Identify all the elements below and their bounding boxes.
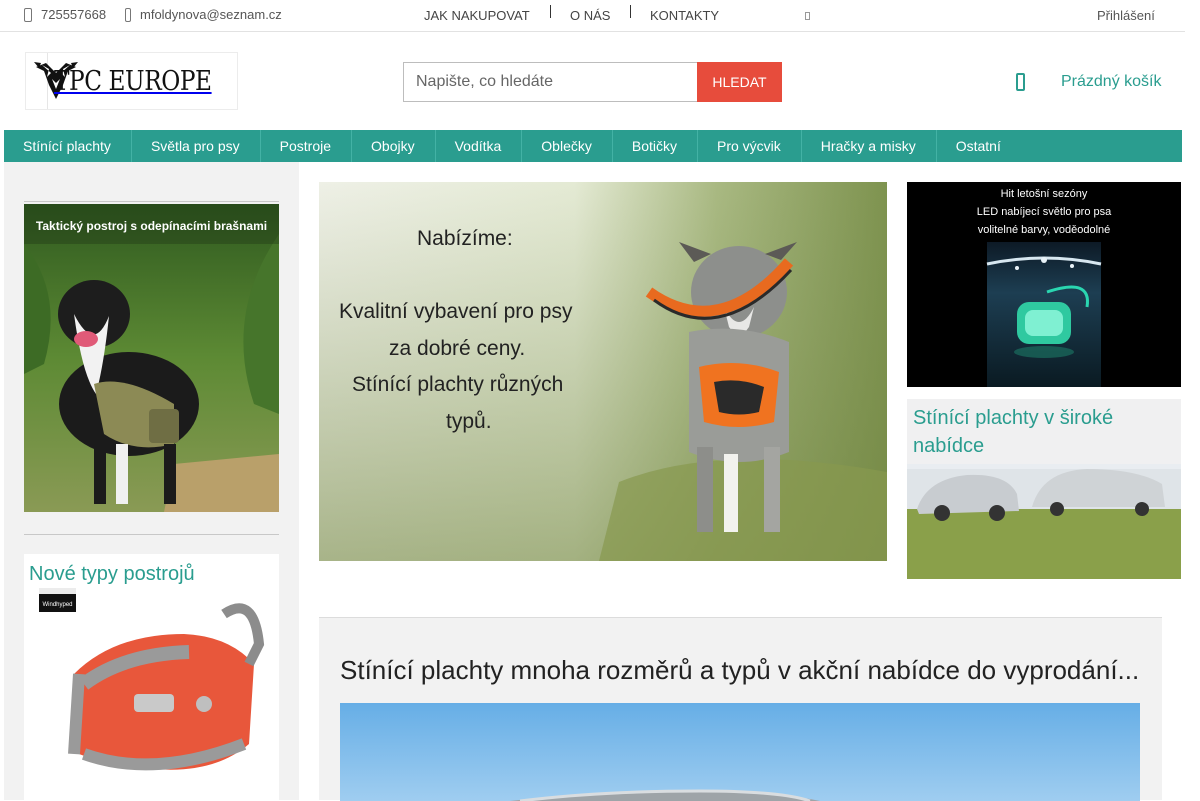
phone-contact: 725557668 [24, 7, 106, 22]
banner-title: Nové typy postrojů [24, 554, 201, 594]
phone-number: 725557668 [41, 7, 107, 22]
hero-line: Stínící plachty různých [352, 373, 564, 396]
content-heading: Stínící plachty mnoha rozměrů a typů v a… [340, 655, 1140, 685]
small-icon [805, 12, 810, 20]
nav-item-other[interactable]: Ostatní [937, 130, 1021, 162]
email-contact: mfoldynova@seznam.cz [125, 7, 282, 22]
search-input[interactable] [403, 62, 697, 102]
nav-item-shade-tarps[interactable]: Stínící plachty [4, 130, 132, 162]
divider [24, 534, 279, 535]
hero-line: typů. [446, 410, 492, 433]
banner-line: Hit letošní sezóny [1000, 188, 1088, 200]
shade-tarps-banner[interactable]: Stínící plachty v široké nabídce [907, 399, 1181, 579]
new-harness-banner[interactable]: Windhyped Nové typy postrojů [24, 554, 279, 800]
banner-caption: Taktický postroj s odepínacími brašnami [35, 219, 268, 233]
nav-item-clothing[interactable]: Oblečky [522, 130, 613, 162]
nav-item-training[interactable]: Pro výcvik [698, 130, 802, 162]
main-navigation: Stínící plachty Světla pro psy Postroje … [4, 130, 1182, 162]
email-address: mfoldynova@seznam.cz [140, 7, 282, 22]
nav-item-collars[interactable]: Obojky [352, 130, 436, 162]
link-about[interactable]: O NÁS [570, 8, 610, 23]
tarp-photo [340, 703, 1140, 801]
nav-item-leashes[interactable]: Vodítka [436, 130, 523, 162]
nav-item-boots[interactable]: Botičky [613, 130, 698, 162]
cart-link[interactable]: Prázdný košík [1061, 73, 1161, 91]
led-light-banner[interactable]: Hit letošní sezóny LED nabíjecí světlo p… [907, 182, 1181, 387]
top-bar: 725557668 mfoldynova@seznam.cz JAK NAKUP… [0, 0, 1185, 32]
site-logo[interactable]: TPC EUROPE [25, 52, 238, 110]
content-section: Stínící plachty mnoha rozměrů a typů v a… [319, 617, 1162, 801]
hero-line: za dobré ceny. [389, 337, 526, 360]
dog-harness-image [24, 204, 279, 512]
sidebar: Taktický postroj s odepínacími brašnami … [4, 162, 299, 800]
logo-text: TPC EUROPE [53, 65, 212, 97]
logo-icon [27, 53, 78, 109]
banner-line: LED nabíjecí světlo pro psa [976, 206, 1112, 218]
cart-icon[interactable] [1016, 73, 1025, 91]
tactical-harness-banner[interactable]: Taktický postroj s odepínacími brašnami [24, 204, 279, 512]
hero-banner[interactable]: Nabízíme: Kvalitní vybavení pro psy za d… [319, 182, 887, 561]
login-link[interactable]: Přihlášení [1097, 8, 1155, 23]
nav-divider [550, 5, 551, 18]
banner-line: volitelné barvy, voděodolné [977, 224, 1111, 236]
nav-divider [630, 5, 631, 18]
mail-icon [125, 7, 131, 22]
banner-title: Stínící plachty v široké nabídce [907, 399, 1181, 464]
nav-item-harnesses[interactable]: Postroje [261, 130, 353, 162]
search-button[interactable]: HLEDAT [697, 62, 782, 102]
link-how-to-buy[interactable]: JAK NAKUPOVAT [424, 8, 530, 23]
search-bar: HLEDAT [403, 62, 782, 102]
nav-item-toys-bowls[interactable]: Hračky a misky [802, 130, 937, 162]
divider [24, 201, 279, 202]
link-contacts[interactable]: KONTAKTY [650, 8, 719, 23]
hero-line: Nabízíme: [417, 227, 513, 250]
content-image [340, 703, 1140, 801]
nav-item-dog-lights[interactable]: Světla pro psy [132, 130, 261, 162]
phone-icon [24, 7, 32, 22]
hero-line: Kvalitní vybavení pro psy [339, 300, 573, 323]
